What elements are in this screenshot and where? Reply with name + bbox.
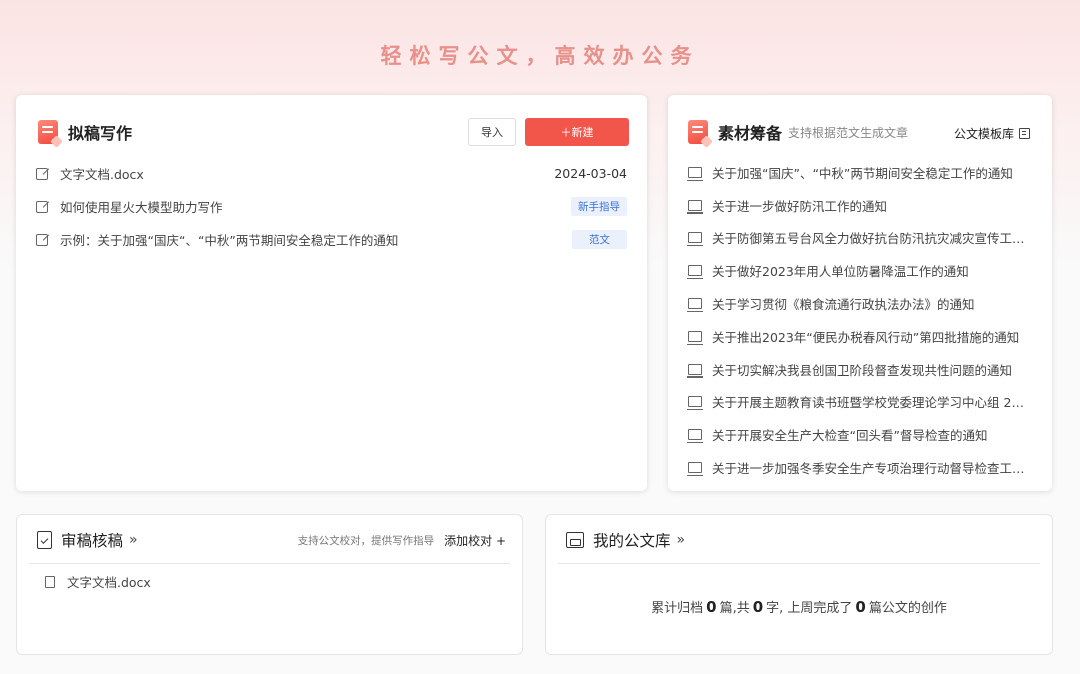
import-button[interactable]: 导入	[468, 118, 516, 146]
list-item[interactable]: 如何使用星火大模型助力写作 新手指导	[36, 190, 627, 223]
divider	[558, 563, 1040, 564]
week-count: 0	[855, 598, 866, 616]
list-item[interactable]: 关于进一步做好防汛工作的通知	[687, 189, 1032, 222]
template-icon	[687, 298, 703, 313]
draft-item-date: 2024-03-04	[554, 166, 627, 181]
add-proofread-button[interactable]: 添加校对 +	[444, 532, 506, 549]
list-item[interactable]: 关于防御第五号台风全力做好抗台防汛抗灾减灾宣传工作的通知	[687, 222, 1032, 255]
file-check-icon	[45, 575, 55, 588]
list-item[interactable]: 文字文档.docx	[45, 572, 151, 591]
page-slogan: 轻松写公文，高效办公务	[380, 44, 700, 68]
list-item[interactable]: 关于开展主题教育读书班暨学校党委理论学习中心组 2023年学习的通知	[687, 386, 1032, 419]
library-stats: 累计归档 0 篇,共 0 字, 上周完成了 0 篇公文的创作	[546, 597, 1052, 616]
library-header[interactable]: 我的公文库 »	[566, 529, 685, 551]
template-icon	[687, 232, 703, 247]
material-item-label: 关于学习贯彻《粮食流通行政执法办法》的通知	[712, 297, 975, 313]
list-item[interactable]: 文字文档.docx 2024-03-04	[36, 157, 627, 190]
draft-writing-card: 拟稿写作 导入 ＋新建 文字文档.docx 2024-03-04 如何使用星火大…	[16, 95, 647, 491]
material-item-label: 关于防御第五号台风全力做好抗台防汛抗灾减灾宣传工作的通知	[712, 231, 1028, 247]
beginner-guide-badge: 新手指导	[571, 197, 627, 216]
folder-icon	[566, 532, 584, 548]
material-item-label: 关于进一步加强冬季安全生产专项治理行动督导检查工作的通知	[712, 461, 1028, 477]
library-title: 我的公文库	[593, 532, 671, 550]
review-title: 审稿核稿	[61, 532, 124, 550]
template-icon	[687, 265, 703, 280]
draft-item-label: 示例：关于加强“国庆“、“中秋”两节期间安全稳定工作的通知	[60, 233, 399, 248]
draft-item-label: 如何使用星火大模型助力写作	[60, 200, 223, 215]
review-hint: 支持公文校对，提供写作指导	[297, 535, 435, 547]
material-item-label: 关于开展安全生产大检查“回头看”督导检查的通知	[712, 428, 988, 444]
chevron-right-icon: »	[129, 532, 138, 548]
draft-title: 拟稿写作	[68, 124, 133, 143]
list-item[interactable]: 关于开展安全生产大检查“回头看”督导检查的通知	[687, 418, 1032, 451]
template-icon	[687, 166, 703, 181]
chevron-right-icon: »	[676, 532, 686, 548]
word-count: 0	[752, 598, 764, 616]
template-icon	[687, 396, 703, 411]
material-item-label: 关于开展主题教育读书班暨学校党委理论学习中心组 2023年学习的通知	[712, 395, 1028, 411]
sample-badge: 范文	[572, 230, 627, 249]
material-title: 素材筹备	[718, 124, 783, 143]
stats-text: 篇公文的创作	[868, 601, 947, 616]
list-item[interactable]: 关于进一步加强冬季安全生产专项治理行动督导检查工作的通知	[687, 451, 1032, 484]
material-prep-card: 素材筹备 支持根据范文生成文章 公文模板库 关于加强“国庆”、“中秋”两节期间安…	[668, 95, 1052, 491]
review-card: 审稿核稿 » 支持公文校对，提供写作指导 添加校对 + 文字文档.docx	[16, 514, 523, 655]
divider	[29, 563, 510, 564]
stats-text: 字, 上周完成了	[766, 601, 853, 616]
edit-document-icon	[36, 167, 48, 180]
review-header[interactable]: 审稿核稿 »	[37, 529, 138, 551]
material-item-label: 关于加强“国庆”、“中秋”两节期间安全稳定工作的通知	[712, 165, 1013, 181]
list-item[interactable]: 示例：关于加强“国庆“、“中秋”两节期间安全稳定工作的通知 范文	[36, 223, 627, 256]
list-item[interactable]: 关于加强“国庆”、“中秋”两节期间安全稳定工作的通知	[687, 156, 1032, 189]
material-header: 素材筹备 支持根据范文生成文章	[688, 120, 909, 148]
review-check-icon	[37, 531, 52, 549]
stats-text: 累计归档	[651, 601, 704, 616]
material-item-label: 关于推出2023年“便民办税春风行动”第四批措施的通知	[712, 329, 1020, 345]
list-item[interactable]: 关于切实解决我县创国卫阶段督查发现共性问题的通知	[687, 353, 1032, 386]
my-library-card: 我的公文库 » 累计归档 0 篇,共 0 字, 上周完成了 0 篇公文的创作	[545, 514, 1053, 655]
draft-header: 拟稿写作	[38, 120, 133, 148]
list-item[interactable]: 关于推出2023年“便民办税春风行动”第四批措施的通知	[687, 320, 1032, 353]
list-item[interactable]: 关于做好2023年用人单位防暑降温工作的通知	[687, 254, 1032, 287]
template-library-icon	[1019, 128, 1030, 139]
material-item-label: 关于做好2023年用人单位防暑降温工作的通知	[712, 264, 969, 280]
document-red-icon	[688, 120, 713, 148]
new-document-button[interactable]: ＋新建	[525, 118, 629, 146]
list-item[interactable]: 关于学习贯彻《粮食流通行政执法办法》的通知	[687, 287, 1032, 320]
material-subtitle: 支持根据范文生成文章	[788, 125, 909, 140]
template-library-label: 公文模板库	[953, 127, 1014, 141]
material-item-label: 关于切实解决我县创国卫阶段督查发现共性问题的通知	[712, 362, 1013, 378]
document-red-icon	[38, 120, 63, 148]
template-icon	[687, 363, 703, 378]
material-list: 关于加强“国庆”、“中秋”两节期间安全稳定工作的通知 关于进一步做好防汛工作的通…	[687, 156, 1032, 484]
template-icon	[687, 462, 703, 477]
review-file-label: 文字文档.docx	[67, 575, 151, 590]
edit-document-icon	[36, 233, 48, 246]
review-actions: 支持公文校对，提供写作指导 添加校对 +	[298, 532, 506, 549]
template-icon	[687, 429, 703, 444]
draft-list: 文字文档.docx 2024-03-04 如何使用星火大模型助力写作 新手指导 …	[36, 157, 627, 256]
template-icon	[687, 199, 703, 214]
material-item-label: 关于进一步做好防汛工作的通知	[712, 198, 888, 214]
template-icon	[687, 330, 703, 345]
archived-count: 0	[706, 598, 717, 616]
edit-document-icon	[36, 200, 48, 213]
draft-item-label: 文字文档.docx	[60, 167, 144, 182]
template-library-link[interactable]: 公文模板库	[954, 125, 1030, 142]
stats-text: 篇,共	[719, 601, 750, 616]
